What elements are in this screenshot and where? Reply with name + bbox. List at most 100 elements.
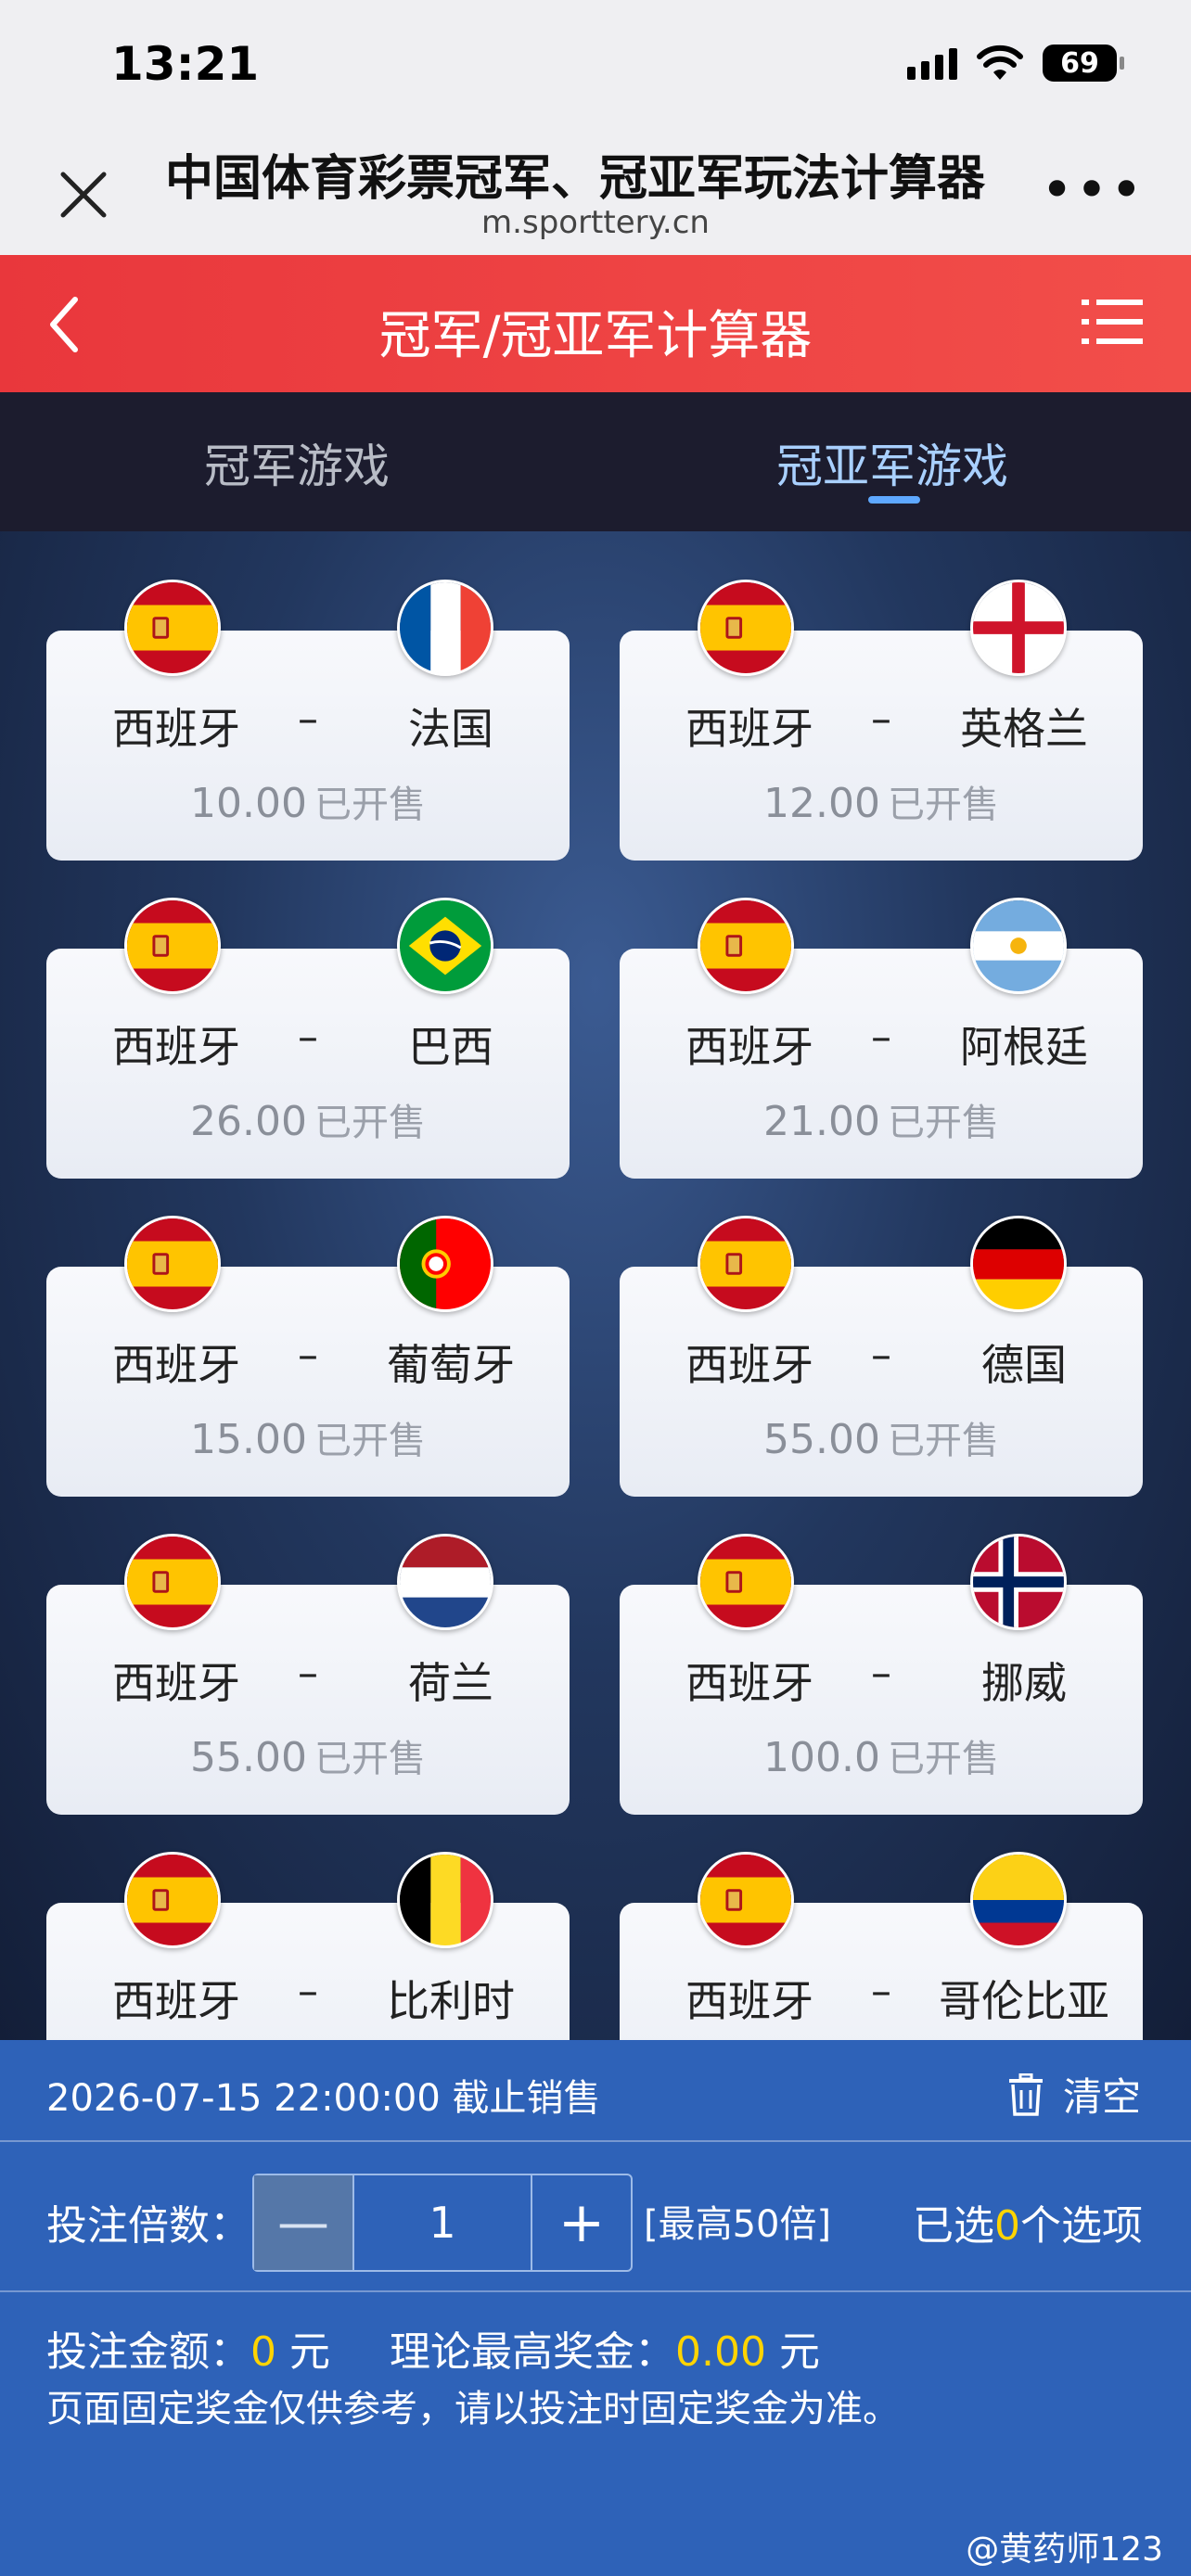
odds-value: 100.0 xyxy=(763,1734,880,1781)
spain-flag-icon xyxy=(124,1216,221,1312)
odds-line: 100.0 已开售 xyxy=(620,1728,1143,1782)
away-team: 英格兰 xyxy=(960,704,1088,754)
spain-flag-icon xyxy=(124,1852,221,1948)
odds-value: 26.00 xyxy=(190,1098,307,1145)
spain-flag-icon xyxy=(698,1852,794,1948)
spain-flag-icon xyxy=(124,898,221,994)
england-flag-icon xyxy=(970,580,1067,676)
away-team: 比利时 xyxy=(387,1976,515,2026)
brazil-flag-icon xyxy=(397,898,493,994)
odds-line: 21.00 已开售 xyxy=(620,1092,1143,1146)
cellular-signal-icon xyxy=(907,46,957,80)
multiplier-stepper: — 1 + xyxy=(252,2174,633,2272)
amount-line: 投注金额：0 元 理论最高奖金：0.00 元 xyxy=(46,2318,820,2378)
netherlands-flag-icon xyxy=(397,1534,493,1630)
tab-champion-runnerup[interactable]: 冠亚军游戏 xyxy=(707,429,1078,496)
multiplier-row: 投注倍数： — 1 + [最高50倍] 已选0个选项 xyxy=(0,2144,1191,2292)
odds-line: 55.00 已开售 xyxy=(620,1410,1143,1464)
match-grid: 西班牙 – 法国 10.00 已开售 西班牙 – 英格兰 12.00 已开售 西班牙 – 巴西 26.00… xyxy=(0,531,1191,2043)
belgium-flag-icon xyxy=(397,1852,493,1948)
wifi-icon xyxy=(977,45,1023,80)
game-tabs: 冠军游戏 冠亚军游戏 xyxy=(0,392,1191,531)
argentina-flag-icon xyxy=(970,898,1067,994)
germany-flag-icon xyxy=(970,1216,1067,1312)
away-team: 法国 xyxy=(408,704,493,754)
sale-status: 已开售 xyxy=(314,1738,426,1780)
odds-value: 21.00 xyxy=(763,1098,880,1145)
prize-value: 0.00 xyxy=(675,2328,766,2376)
odds-line: 26.00 已开售 xyxy=(46,1092,570,1146)
odds-line: 15.00 已开售 xyxy=(46,1410,570,1464)
page-title: 冠军/冠亚军计算器 xyxy=(378,306,813,366)
match-card[interactable]: 西班牙 – 巴西 26.00 已开售 xyxy=(46,949,570,1179)
battery-level: 69 xyxy=(1060,46,1099,80)
battery-icon: 69 xyxy=(1043,45,1124,82)
away-team: 荷兰 xyxy=(408,1658,493,1708)
amount-unit: 元 xyxy=(289,2328,330,2376)
clear-label: 清空 xyxy=(1062,2074,1141,2120)
match-card[interactable]: 西班牙 – 葡萄牙 15.00 已开售 xyxy=(46,1267,570,1497)
status-bar: 13:21 69 xyxy=(0,0,1191,130)
match-card[interactable]: 西班牙 – 英格兰 12.00 已开售 xyxy=(620,631,1143,861)
odds-line: 12.00 已开售 xyxy=(620,774,1143,828)
sale-status: 已开售 xyxy=(314,1102,426,1144)
prize-unit: 元 xyxy=(778,2328,820,2376)
app-header: 冠军/冠亚军计算器 xyxy=(0,255,1191,392)
sale-status: 已开售 xyxy=(887,1102,999,1144)
odds-line: 10.00 已开售 xyxy=(46,774,570,828)
tab-champion[interactable]: 冠军游戏 xyxy=(111,429,482,496)
sale-status: 已开售 xyxy=(887,784,999,826)
match-card[interactable]: 西班牙 – 哥伦比亚 xyxy=(620,1903,1143,2043)
sale-status: 已开售 xyxy=(314,1420,426,1462)
disclaimer-note: 页面固定奖金仅供参考，请以投注时固定奖金为准。 xyxy=(46,2388,900,2430)
prize-label: 理论最高奖金： xyxy=(390,2328,675,2376)
match-card[interactable]: 西班牙 – 阿根廷 21.00 已开售 xyxy=(620,949,1143,1179)
match-card[interactable]: 西班牙 – 法国 10.00 已开售 xyxy=(46,631,570,861)
selected-count: 已选0个选项 xyxy=(913,2192,1143,2251)
france-flag-icon xyxy=(397,580,493,676)
match-card[interactable]: 西班牙 – 比利时 xyxy=(46,1903,570,2043)
status-time: 13:21 xyxy=(111,37,260,91)
spain-flag-icon xyxy=(698,1216,794,1312)
odds-value: 55.00 xyxy=(190,1734,307,1781)
clear-button[interactable]: 清空 xyxy=(1007,2066,1141,2123)
browser-bar: 中国体育彩票冠军、冠亚军玩法计算器 m.sporttery.cn ••• xyxy=(0,130,1191,255)
amount-value: 0 xyxy=(250,2328,276,2376)
trash-icon xyxy=(1008,2072,1043,2116)
odds-value: 55.00 xyxy=(763,1416,880,1463)
match-card[interactable]: 西班牙 – 荷兰 55.00 已开售 xyxy=(46,1585,570,1815)
selected-prefix: 已选 xyxy=(913,2202,994,2250)
away-team: 阿根廷 xyxy=(960,1022,1088,1072)
spain-flag-icon xyxy=(698,1534,794,1630)
spain-flag-icon xyxy=(124,1534,221,1630)
spain-flag-icon xyxy=(698,898,794,994)
sale-status: 已开售 xyxy=(314,784,426,826)
watermark: @黄药师123 xyxy=(966,2531,1163,2569)
multiplier-label: 投注倍数： xyxy=(46,2202,250,2250)
status-icons: 69 xyxy=(907,45,1124,82)
list-menu-icon[interactable] xyxy=(1082,296,1143,348)
sale-status: 已开售 xyxy=(887,1420,999,1462)
bet-panel: 2026-07-15 22:00:00 截止销售 清空 投注倍数： — 1 + … xyxy=(0,2040,1191,2576)
away-team: 哥伦比亚 xyxy=(939,1976,1109,2026)
odds-value: 15.00 xyxy=(190,1416,307,1463)
multiplier-input[interactable]: 1 xyxy=(352,2175,532,2270)
match-card[interactable]: 西班牙 – 德国 55.00 已开售 xyxy=(620,1267,1143,1497)
spain-flag-icon xyxy=(124,580,221,676)
away-team: 巴西 xyxy=(408,1022,493,1072)
selected-suffix: 个选项 xyxy=(1020,2202,1143,2250)
odds-value: 10.00 xyxy=(190,780,307,827)
more-menu-icon[interactable]: ••• xyxy=(1041,158,1145,223)
away-team: 挪威 xyxy=(981,1658,1067,1708)
selected-count-value: 0 xyxy=(994,2202,1020,2250)
increment-button[interactable]: + xyxy=(532,2175,631,2270)
deadline-row: 2026-07-15 22:00:00 截止销售 清空 xyxy=(0,2040,1191,2142)
match-card[interactable]: 西班牙 – 挪威 100.0 已开售 xyxy=(620,1585,1143,1815)
away-team: 葡萄牙 xyxy=(387,1340,515,1390)
browser-url: m.sporttery.cn xyxy=(481,204,710,241)
spain-flag-icon xyxy=(698,580,794,676)
odds-line: 55.00 已开售 xyxy=(46,1728,570,1782)
sale-status: 已开售 xyxy=(887,1738,999,1780)
decrement-button[interactable]: — xyxy=(254,2175,352,2270)
colombia-flag-icon xyxy=(970,1852,1067,1948)
